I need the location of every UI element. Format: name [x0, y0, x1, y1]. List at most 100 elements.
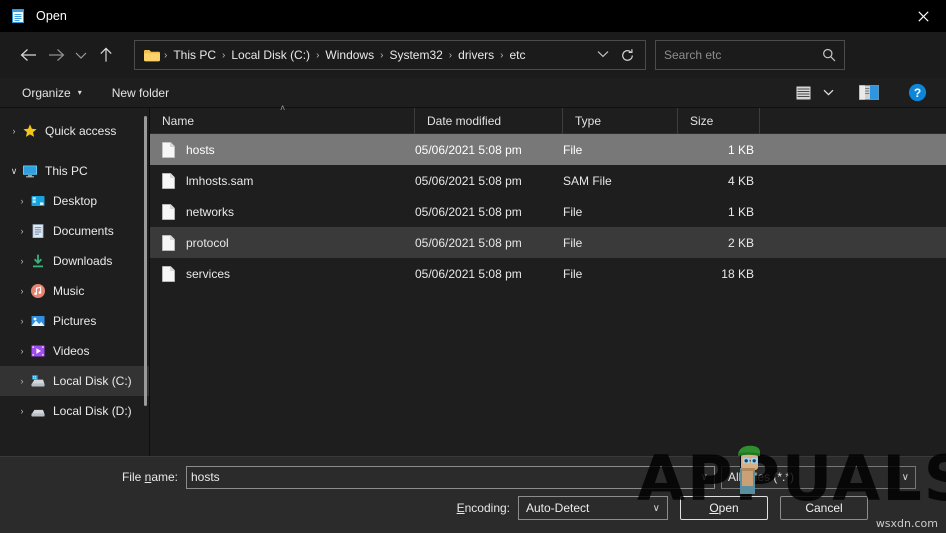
file-name-cell: lmhosts.sam: [150, 173, 415, 189]
file-type-dropdown[interactable]: All Files (*.*) ∨: [721, 466, 916, 489]
star-icon: [22, 123, 38, 139]
column-header-label: Date modified: [427, 114, 501, 128]
sidebar-item-local-disk-c[interactable]: › Local Disk (C:): [0, 366, 149, 396]
sidebar-item-music[interactable]: › Music: [0, 276, 149, 306]
column-header-name[interactable]: Name ˄: [150, 108, 415, 134]
back-button[interactable]: [14, 41, 42, 69]
file-name-row: File name: hosts ∨ All Files (*.*) ∨: [0, 465, 946, 489]
table-row[interactable]: hosts 05/06/2021 5:08 pm File 1 KB: [150, 134, 946, 165]
column-header-type[interactable]: Type: [563, 108, 678, 134]
refresh-icon[interactable]: [618, 48, 643, 63]
window-title: Open: [36, 9, 67, 23]
table-row[interactable]: protocol 05/06/2021 5:08 pm File 2 KB: [150, 227, 946, 258]
cancel-button[interactable]: Cancel: [780, 496, 868, 520]
file-size: 18 KB: [678, 267, 760, 281]
up-button[interactable]: [92, 41, 120, 69]
breadcrumb-item-this-pc[interactable]: This PC: [168, 48, 221, 62]
encoding-value: Auto-Detect: [526, 501, 589, 515]
open-button-label: pen: [719, 501, 739, 515]
breadcrumb-item-local-disk-c[interactable]: Local Disk (C:): [226, 48, 315, 62]
file-size: 2 KB: [678, 236, 760, 250]
file-type: File: [563, 143, 678, 157]
command-bar-icons: ?: [788, 80, 932, 106]
file-name-input[interactable]: hosts ∨: [186, 466, 715, 489]
file-size: 1 KB: [678, 205, 760, 219]
chevron-right-icon[interactable]: ›: [14, 316, 30, 326]
chevron-right-icon[interactable]: ›: [14, 226, 30, 236]
breadcrumb-bar[interactable]: › This PC › Local Disk (C:) › Windows › …: [134, 40, 646, 70]
column-header-date-modified[interactable]: Date modified: [415, 108, 563, 134]
view-list-icon[interactable]: [788, 80, 818, 106]
sidebar-item-videos[interactable]: › Videos: [0, 336, 149, 366]
breadcrumb-item-system32[interactable]: System32: [384, 48, 447, 62]
file-date: 05/06/2021 5:08 pm: [415, 205, 563, 219]
sidebar-item-documents[interactable]: › Documents: [0, 216, 149, 246]
new-folder-button[interactable]: New folder: [104, 81, 177, 105]
file-icon: [162, 204, 175, 220]
sidebar-item-pictures[interactable]: › Pictures: [0, 306, 149, 336]
chevron-down-icon: ▾: [78, 88, 82, 97]
column-header-size[interactable]: Size: [678, 108, 760, 134]
breadcrumb-item-etc[interactable]: etc: [505, 48, 531, 62]
chevron-right-icon[interactable]: ›: [14, 376, 30, 386]
chevron-right-icon[interactable]: ›: [14, 196, 30, 206]
file-list-rows: hosts 05/06/2021 5:08 pm File 1 KB lmhos…: [150, 134, 946, 456]
table-row[interactable]: lmhosts.sam 05/06/2021 5:08 pm SAM File …: [150, 165, 946, 196]
file-icon: [162, 266, 175, 282]
column-header-label: Name: [162, 114, 194, 128]
file-date: 05/06/2021 5:08 pm: [415, 267, 563, 281]
search-input[interactable]: [664, 48, 822, 62]
sidebar-item-label: Local Disk (C:): [53, 374, 132, 388]
file-name-cell: networks: [150, 204, 415, 220]
sidebar-item-quick-access[interactable]: › Quick access: [0, 116, 149, 146]
dialog-body: › Quick access ∨ This PC: [0, 108, 946, 456]
sidebar-item-downloads[interactable]: › Downloads: [0, 246, 149, 276]
file-icon: [162, 173, 175, 189]
sidebar-item-this-pc[interactable]: ∨ This PC: [0, 156, 149, 186]
forward-button[interactable]: [42, 41, 70, 69]
help-icon[interactable]: ?: [902, 80, 932, 106]
file-type: SAM File: [563, 174, 678, 188]
breadcrumb-item-drivers[interactable]: drivers: [453, 48, 499, 62]
close-window-button[interactable]: [900, 0, 946, 32]
sidebar-scrollbar[interactable]: [144, 116, 147, 406]
chevron-right-icon[interactable]: ›: [14, 286, 30, 296]
column-header-label: Size: [690, 114, 713, 128]
file-name: hosts: [186, 143, 215, 157]
file-type-value: All Files (*.*): [728, 470, 794, 484]
organize-button[interactable]: Organize ▾: [14, 81, 90, 105]
search-box[interactable]: [655, 40, 845, 70]
file-list-header: Name ˄ Date modified Type Size: [150, 108, 946, 134]
chevron-right-icon[interactable]: ›: [14, 406, 30, 416]
chevron-down-icon[interactable]: ∨: [6, 166, 22, 177]
file-date: 05/06/2021 5:08 pm: [415, 236, 563, 250]
harddisk-d-icon: [30, 403, 46, 419]
breadcrumb-item-windows[interactable]: Windows: [320, 48, 379, 62]
chevron-right-icon[interactable]: ›: [6, 126, 22, 136]
chevron-down-icon: ∨: [902, 472, 909, 483]
file-type: File: [563, 267, 678, 281]
folder-icon: [143, 48, 161, 63]
sidebar-item-local-disk-d[interactable]: › Local Disk (D:): [0, 396, 149, 426]
file-size: 4 KB: [678, 174, 760, 188]
recent-locations-button[interactable]: [70, 41, 92, 69]
monitor-icon: [22, 163, 38, 179]
encoding-dropdown[interactable]: Auto-Detect ∨: [518, 496, 668, 520]
chevron-down-icon[interactable]: ∨: [701, 472, 710, 483]
file-name: protocol: [186, 236, 229, 250]
chevron-right-icon[interactable]: ›: [14, 256, 30, 266]
sidebar-item-desktop[interactable]: › Desktop: [0, 186, 149, 216]
sidebar-item-label: Local Disk (D:): [53, 404, 132, 418]
sidebar-item-label: Quick access: [45, 124, 116, 138]
preview-pane-icon[interactable]: [854, 80, 884, 106]
file-name-cell: protocol: [150, 235, 415, 251]
open-button[interactable]: Open: [680, 496, 768, 520]
encoding-row: Encoding: Auto-Detect ∨ Open Cancel: [0, 495, 946, 521]
chevron-right-icon[interactable]: ›: [14, 346, 30, 356]
table-row[interactable]: services 05/06/2021 5:08 pm File 18 KB: [150, 258, 946, 289]
view-options-chevron-icon[interactable]: [818, 80, 838, 106]
videos-icon: [30, 343, 46, 359]
chevron-down-icon[interactable]: [588, 50, 618, 61]
table-row[interactable]: networks 05/06/2021 5:08 pm File 1 KB: [150, 196, 946, 227]
search-icon: [822, 48, 836, 62]
